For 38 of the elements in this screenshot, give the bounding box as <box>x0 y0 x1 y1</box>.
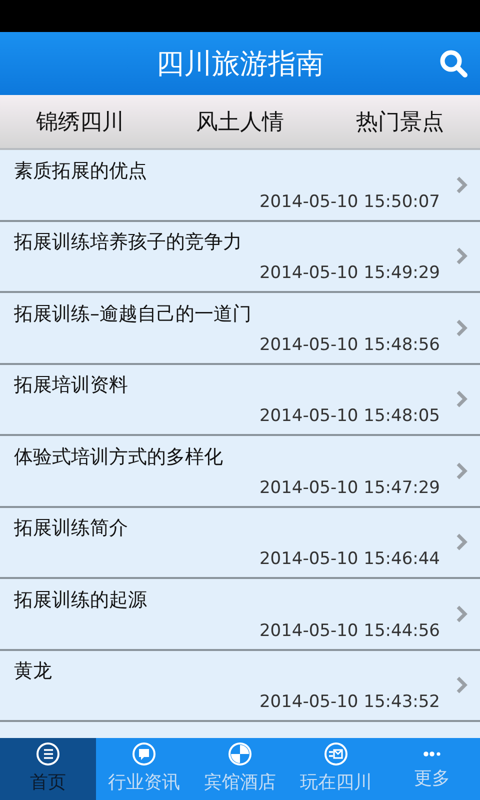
mail-icon <box>324 742 348 766</box>
category-tab[interactable]: 风土人情 <box>160 95 320 148</box>
article-time: 2014-05-10 15:43:52 <box>259 692 440 712</box>
article-title: 拓展训练简介 <box>14 516 128 542</box>
category-tab[interactable]: 热门景点 <box>320 95 480 148</box>
article-row[interactable]: 拓展训练简介 2014-05-10 15:46:44 <box>0 508 480 579</box>
article-time: 2014-05-10 15:48:56 <box>259 334 440 355</box>
chevron-icon <box>456 318 468 337</box>
article-title: 素质拓展的优点 <box>14 158 147 184</box>
article-title: 拓展训练培养孩子的竞争力 <box>14 230 242 256</box>
article-row[interactable]: 拓展培训资料 2014-05-10 15:48:05 <box>0 364 480 436</box>
chevron-icon <box>456 390 468 408</box>
article-title: 拓展训练的起源 <box>14 588 147 613</box>
chevron-icon <box>456 247 468 266</box>
article-time: 2014-05-10 15:50:07 <box>259 192 440 212</box>
chevron-icon <box>456 676 468 694</box>
list-icon <box>36 742 60 766</box>
search-button[interactable] <box>438 48 470 80</box>
article-title: 黄龙 <box>14 659 52 684</box>
article-time: 2014-05-10 15:48:05 <box>259 406 440 426</box>
article-time: 2014-05-10 15:44:56 <box>259 620 440 641</box>
chat-icon <box>132 742 156 766</box>
article-row[interactable]: 黄龙 2014-05-10 15:43:52 <box>0 650 480 722</box>
chevron-icon <box>456 604 468 623</box>
chevron-icon <box>456 176 468 194</box>
more-icon <box>423 751 441 757</box>
article-row[interactable]: 拓展训练培养孩子的竞争力 2014-05-10 15:49:29 <box>0 222 480 293</box>
category-tab[interactable]: 锦绣四川 <box>0 95 160 148</box>
article-time: 2014-05-10 15:46:44 <box>259 549 440 570</box>
app-title: 四川旅游指南 <box>156 46 324 82</box>
article-title: 拓展培训资料 <box>14 373 128 398</box>
article-time: 2014-05-10 15:49:29 <box>259 263 440 284</box>
article-title: 体验式培训方式的多样化 <box>14 444 223 470</box>
article-time: 2014-05-10 15:47:29 <box>259 478 440 498</box>
ball-icon <box>228 742 252 766</box>
article-title: 拓展训练–逾越自己的一道门 <box>14 302 252 327</box>
chevron-icon <box>456 462 468 480</box>
chevron-icon <box>456 533 468 552</box>
